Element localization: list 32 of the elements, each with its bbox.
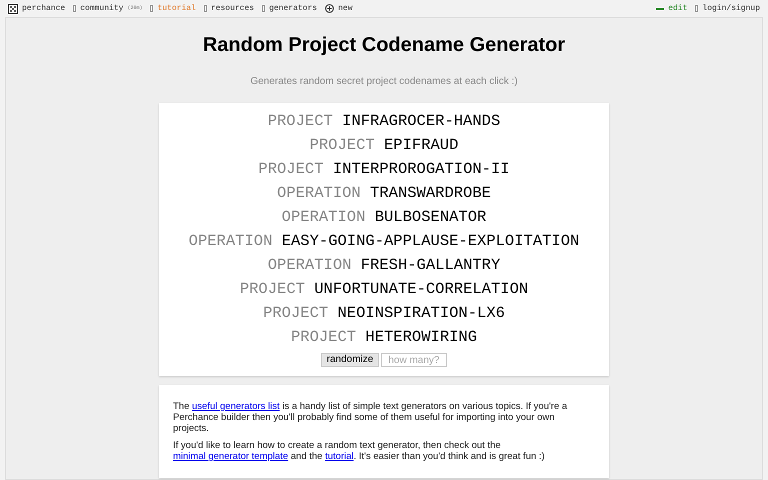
nav-link[interactable]: edit <box>656 2 688 14</box>
codename-line: OPERATION TRANSWARDROBE <box>277 183 491 204</box>
codename-line: OPERATION EASY-GOING-APPLAUSE-EXPLOITATION <box>188 231 580 252</box>
codename-line: PROJECT UNFORTUNATE-CORRELATION <box>240 279 528 300</box>
codename-line: PROJECT INTERPROROGATION-II <box>258 159 510 180</box>
codename-line: PROJECT EPIFRAUD <box>310 135 458 156</box>
codename-line: PROJECT INFRAGROCER-HANDS <box>268 111 500 132</box>
text-link[interactable]: tutorial <box>325 451 354 462</box>
nav-link[interactable]: perchance <box>8 2 66 14</box>
box-icon <box>262 5 266 12</box>
codename-line: OPERATION BULBOSENATOR <box>282 207 486 228</box>
info-paragraph: If you'd like to learn how to create a random text generator, then check out the minimal generator template and the tutorial. It's easier than you'd think and is great fun :) <box>173 440 546 462</box>
randomize-button[interactable]: randomize <box>320 353 380 367</box>
text-link[interactable]: useful generators list <box>192 401 280 412</box>
nav-link[interactable]: new <box>325 2 352 14</box>
box-icon <box>73 5 76 12</box>
text-link[interactable]: minimal generator template <box>173 451 288 462</box>
page-title: Random Project Codename Generator <box>202 33 566 58</box>
count-field[interactable]: how many? <box>381 353 448 367</box>
codename-line: OPERATION FRESH-GALLANTRY <box>268 255 500 276</box>
dice-icon <box>8 4 18 14</box>
codename-line: PROJECT NEOINSPIRATION-LX6 <box>263 303 505 324</box>
nav-link[interactable]: resources <box>204 2 254 14</box>
box-icon <box>695 5 698 12</box>
box-icon <box>204 5 207 12</box>
nav-link[interactable]: login/signup <box>695 2 760 14</box>
box-icon <box>150 5 154 12</box>
page-subtitle: Generates random secret project codenames at each click :) <box>250 75 518 89</box>
nav-link[interactable]: generators <box>262 2 318 14</box>
plus-circle-icon <box>325 4 334 13</box>
codename-line: PROJECT HETEROWIRING <box>290 327 478 348</box>
info-paragraph: The useful generators list is a handy list of simple text generators on various topics. If you're a Perchance builder then you'll probably find some of them useful for importing into your own projects. <box>173 401 568 434</box>
